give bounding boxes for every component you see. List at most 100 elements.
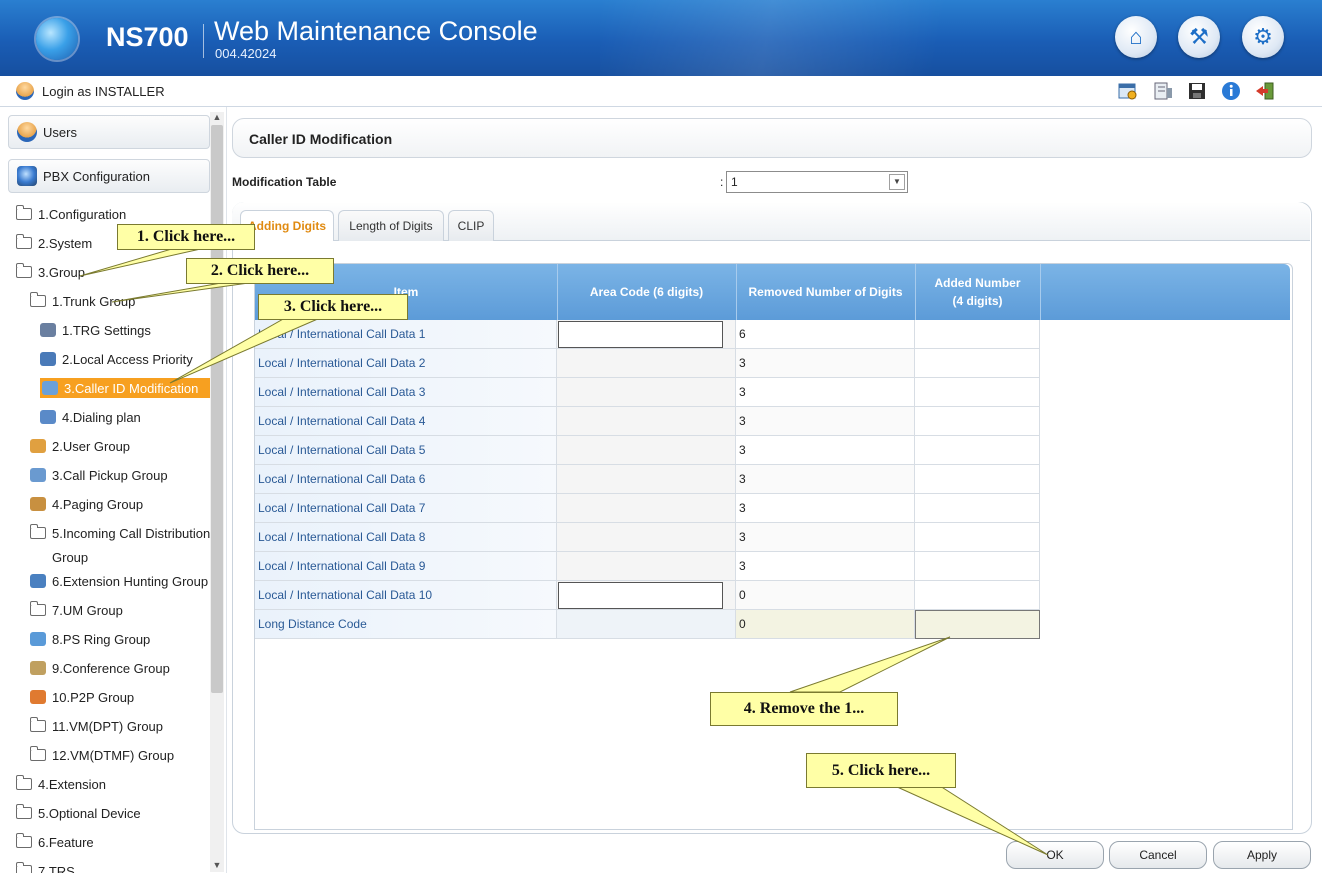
sidebar-item-label: 9.Conference Group — [52, 660, 170, 676]
column-header-removed-digits: Removed Number of Digits — [736, 264, 916, 320]
added-number-cell[interactable] — [915, 552, 1040, 581]
sidebar-item-label: 3.Call Pickup Group — [52, 467, 168, 483]
sidebar-item-label: 1.TRG Settings — [62, 322, 151, 338]
sidebar-item-2-user-group[interactable]: 2.User Group — [30, 436, 130, 456]
ok-button[interactable]: OK — [1006, 841, 1104, 869]
area-code-input[interactable] — [558, 582, 723, 609]
apply-button[interactable]: Apply — [1213, 841, 1311, 869]
sidebar-item-4-extension[interactable]: 4.Extension — [16, 774, 106, 794]
sidebar-item-4-dialing-plan[interactable]: 4.Dialing plan — [40, 407, 141, 427]
row-item-label: Local / International Call Data 5 — [255, 436, 557, 465]
sidebar-item-1-trunk-group[interactable]: 1.Trunk Group — [30, 291, 135, 311]
pbx-configuration-label: PBX Configuration — [43, 169, 150, 184]
scroll-up-icon[interactable]: ▲ — [210, 112, 224, 124]
added-number-cell[interactable] — [915, 349, 1040, 378]
sidebar-item-11-vm-dpt-group[interactable]: 11.VM(DPT) Group — [30, 716, 163, 736]
added-number-cell[interactable] — [915, 436, 1040, 465]
sidebar-item-2-local-access-priority[interactable]: 2.Local Access Priority — [40, 349, 193, 369]
folder-icon — [30, 601, 46, 616]
sidebar-scroll-thumb[interactable] — [211, 125, 223, 693]
folder-icon — [16, 775, 32, 790]
sidebar-item-12-vm-dtmf-group[interactable]: 12.VM(DTMF) Group — [30, 745, 174, 765]
cancel-button[interactable]: Cancel — [1109, 841, 1207, 869]
sidebar-item-label: 4.Extension — [38, 776, 106, 792]
sidebar-item-10-p2p-group[interactable]: 10.P2P Group — [30, 687, 134, 707]
added-number-cell[interactable] — [915, 465, 1040, 494]
area-code-cell — [557, 494, 736, 523]
added-number-cell[interactable] — [915, 320, 1040, 349]
area-code-cell — [557, 610, 736, 639]
sidebar-item-6-extension-hunting-group[interactable]: 6.Extension Hunting Group — [30, 571, 208, 591]
extension-hunting-icon — [30, 574, 46, 588]
sidebar-item-group: Group — [30, 547, 88, 567]
sidebar-item-2-system[interactable]: 2.System — [16, 233, 92, 253]
added-number-cell[interactable] — [915, 610, 1040, 639]
row-item-label: Local / International Call Data 1 — [255, 320, 557, 349]
sidebar-item-5-optional-device[interactable]: 5.Optional Device — [16, 803, 141, 823]
users-panel[interactable]: Users — [8, 115, 210, 149]
schedule-icon[interactable] — [1117, 81, 1139, 101]
sidebar-item-8-ps-ring-group[interactable]: 8.PS Ring Group — [30, 629, 150, 649]
added-number-cell[interactable] — [915, 407, 1040, 436]
sidebar-item-label: 2.User Group — [52, 438, 131, 454]
home-icon[interactable]: ⌂ — [1115, 16, 1157, 58]
sidebar-item-label: 12.VM(DTMF) Group — [52, 747, 175, 763]
header-shine — [600, 0, 1020, 76]
area-code-cell — [557, 552, 736, 581]
added-number-cell[interactable] — [915, 378, 1040, 407]
sidebar-item-3-call-pickup-group[interactable]: 3.Call Pickup Group — [30, 465, 168, 485]
sidebar-item-5-incoming-call-distribution[interactable]: 5.Incoming Call Distribution — [30, 523, 210, 543]
folder-icon — [16, 804, 32, 819]
added-number-cell[interactable] — [915, 581, 1040, 610]
row-item-label: Long Distance Code — [255, 610, 557, 639]
area-code-cell — [557, 436, 736, 465]
sidebar-item-label: 4.Dialing plan — [62, 409, 141, 425]
paging-icon — [30, 497, 46, 511]
sidebar-item-label: 6.Feature — [38, 834, 94, 850]
sidebar-item-4-paging-group[interactable]: 4.Paging Group — [30, 494, 143, 514]
added-number-cell[interactable] — [915, 523, 1040, 552]
sidebar-item-label: 5.Optional Device — [38, 805, 141, 821]
column-header-area-code: Area Code (6 digits) — [557, 264, 737, 320]
tab-length-of-digits[interactable]: Length of Digits — [338, 210, 444, 241]
sidebar-item-3-caller-id-modification[interactable]: 3.Caller ID Modification — [40, 378, 210, 398]
main-title-bar: Caller ID Modification — [232, 118, 1312, 158]
removed-digits-cell: 0 — [736, 581, 915, 610]
save-icon[interactable] — [1186, 81, 1208, 101]
sidebar-item-3-group[interactable]: 3.Group — [16, 262, 85, 282]
chevron-down-icon[interactable]: ▼ — [889, 174, 905, 190]
folder-icon — [30, 524, 46, 539]
globe-logo-icon — [36, 18, 78, 60]
sidebar-item-label: 11.VM(DPT) Group — [52, 718, 164, 734]
tab-clip[interactable]: CLIP — [448, 210, 494, 241]
wrench-icon[interactable]: ⚒ — [1178, 16, 1220, 58]
folder-open-icon — [16, 263, 32, 278]
modification-table-select[interactable]: 1 ▼ — [726, 171, 908, 193]
scroll-down-icon[interactable]: ▼ — [210, 860, 224, 872]
local-access-icon — [40, 352, 56, 366]
sidebar-item-1-configuration[interactable]: 1.Configuration — [16, 204, 126, 224]
sidebar-item-7-um-group[interactable]: 7.UM Group — [30, 600, 123, 620]
removed-digits-cell: 3 — [736, 552, 915, 581]
title-divider — [203, 24, 204, 58]
sidebar-item-7-trs[interactable]: 7.TRS — [16, 861, 75, 873]
logout-icon[interactable] — [1254, 81, 1276, 101]
area-code-input[interactable] — [558, 321, 723, 348]
folder-icon — [16, 205, 32, 220]
area-code-cell — [557, 349, 736, 378]
sidebar-item-6-feature[interactable]: 6.Feature — [16, 832, 94, 852]
folder-icon — [16, 234, 32, 249]
settings-icon[interactable]: ⚙ — [1242, 16, 1284, 58]
modification-table-colon: : — [720, 175, 724, 189]
sidebar-item-9-conference-group[interactable]: 9.Conference Group — [30, 658, 170, 678]
area-code-cell — [557, 407, 736, 436]
sidebar-item-1-trg-settings[interactable]: 1.TRG Settings — [40, 320, 151, 340]
call-pickup-icon — [30, 468, 46, 482]
pbx-configuration-panel[interactable]: PBX Configuration — [8, 159, 210, 193]
users-panel-label: Users — [43, 125, 77, 140]
info-icon[interactable] — [1220, 81, 1242, 101]
removed-digits-cell: 3 — [736, 349, 915, 378]
phone-directory-icon[interactable] — [1152, 81, 1174, 101]
added-number-cell[interactable] — [915, 494, 1040, 523]
caller-id-icon — [42, 381, 58, 395]
